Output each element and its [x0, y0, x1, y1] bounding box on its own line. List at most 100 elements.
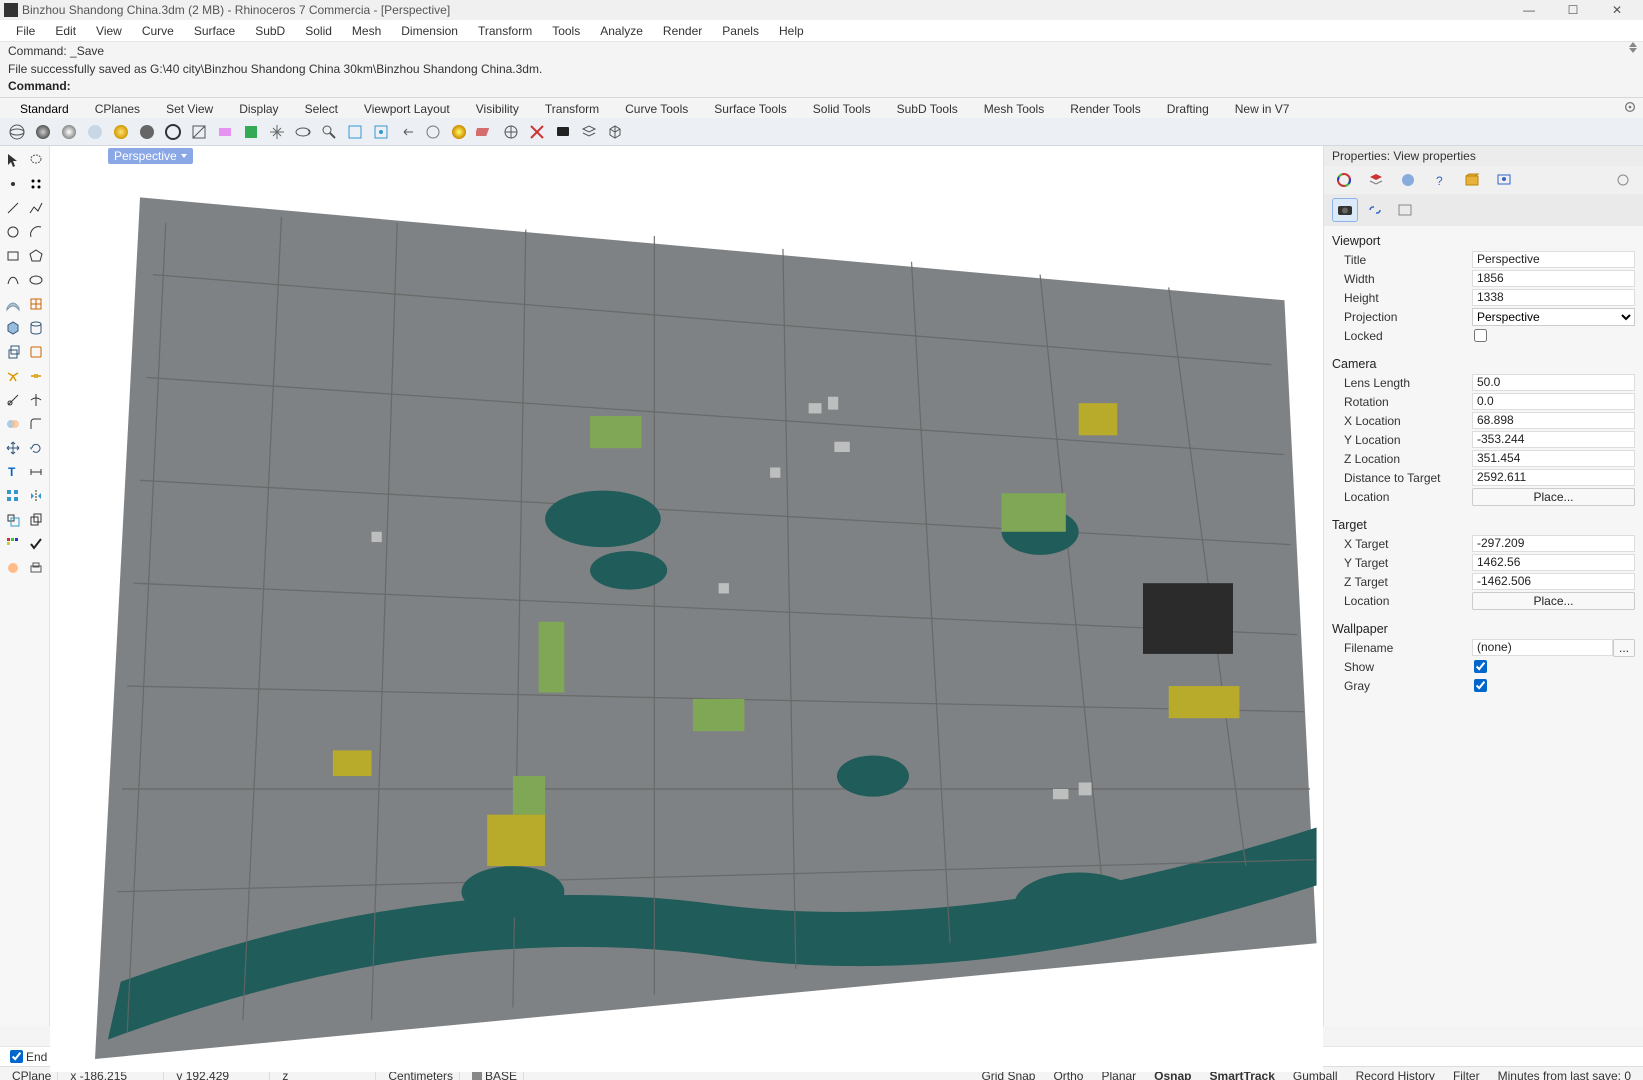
viewport-width-field[interactable]: 1856 — [1472, 270, 1635, 287]
polygon-icon[interactable] — [26, 246, 46, 266]
line-icon[interactable] — [3, 198, 23, 218]
pen-icon[interactable] — [188, 121, 210, 143]
xloc-field[interactable]: 68.898 — [1472, 412, 1635, 429]
extrude-icon[interactable] — [3, 342, 23, 362]
menu-curve[interactable]: Curve — [132, 22, 184, 40]
trim-icon[interactable] — [3, 390, 23, 410]
pointer-icon[interactable] — [3, 150, 23, 170]
menu-render[interactable]: Render — [653, 22, 712, 40]
pan-icon[interactable] — [266, 121, 288, 143]
box-icon[interactable] — [604, 121, 626, 143]
status-record-history[interactable]: Record History — [1350, 1069, 1441, 1080]
menu-help[interactable]: Help — [769, 22, 814, 40]
ztarget-field[interactable]: -1462.506 — [1472, 573, 1635, 590]
link-sub-icon[interactable] — [1362, 198, 1388, 222]
explode-icon[interactable] — [3, 366, 23, 386]
libraries-tab-icon[interactable] — [1460, 170, 1484, 190]
points-icon[interactable] — [26, 174, 46, 194]
show-icon[interactable] — [552, 121, 574, 143]
copy-icon[interactable] — [26, 510, 46, 530]
maximize-button[interactable]: ☐ — [1551, 1, 1595, 19]
tab-curve-tools[interactable]: Curve Tools — [615, 100, 698, 118]
filename-browse-button[interactable]: ... — [1613, 639, 1635, 657]
scale-icon[interactable] — [3, 510, 23, 530]
tab-select[interactable]: Select — [295, 100, 348, 118]
menu-mesh[interactable]: Mesh — [342, 22, 391, 40]
surface-icon[interactable] — [3, 294, 23, 314]
hide-icon[interactable] — [526, 121, 548, 143]
tab-viewport-layout[interactable]: Viewport Layout — [354, 100, 460, 118]
viewport-title[interactable]: Perspective — [108, 148, 193, 164]
menu-view[interactable]: View — [86, 22, 132, 40]
raytraced-icon[interactable] — [240, 121, 262, 143]
tab-set-view[interactable]: Set View — [156, 100, 223, 118]
gear-icon[interactable] — [1611, 170, 1635, 190]
target-place-button[interactable]: Place... — [1472, 592, 1635, 610]
viewport-title-field[interactable]: Perspective — [1472, 251, 1635, 268]
ytarget-field[interactable]: 1462.56 — [1472, 554, 1635, 571]
viewport[interactable]: Perspective — [50, 146, 1323, 1072]
zoom-selected-icon[interactable] — [370, 121, 392, 143]
help-tab-icon[interactable]: ? — [1428, 170, 1452, 190]
tab-transform[interactable]: Transform — [535, 100, 609, 118]
set-view-icon[interactable] — [500, 121, 522, 143]
fillet-icon[interactable] — [26, 414, 46, 434]
materials-tab-icon[interactable] — [1396, 170, 1420, 190]
mesh-icon[interactable] — [26, 294, 46, 314]
menu-analyze[interactable]: Analyze — [590, 22, 653, 40]
projection-select[interactable]: Perspective — [1472, 308, 1635, 326]
dim-icon[interactable] — [26, 462, 46, 482]
circle-icon[interactable] — [3, 222, 23, 242]
layers-icon[interactable] — [578, 121, 600, 143]
render-icon[interactable] — [3, 558, 23, 578]
tab-cplanes[interactable]: CPlanes — [85, 100, 150, 118]
check-icon[interactable] — [26, 534, 46, 554]
lasso-icon[interactable] — [26, 150, 46, 170]
camera-sub-icon[interactable] — [1332, 198, 1358, 222]
command-prompt[interactable]: Command: — [0, 78, 1643, 97]
osnap-end-checkbox[interactable] — [10, 1050, 23, 1063]
move-icon[interactable] — [3, 438, 23, 458]
rotate-view-icon[interactable] — [292, 121, 314, 143]
join-icon[interactable] — [26, 366, 46, 386]
osnap-end[interactable]: End — [10, 1050, 47, 1064]
print-icon[interactable] — [26, 558, 46, 578]
grid-icon[interactable] — [3, 534, 23, 554]
pipe-icon[interactable] — [26, 318, 46, 338]
menu-subd[interactable]: SubD — [245, 22, 295, 40]
arctic-icon[interactable] — [214, 121, 236, 143]
xray-icon[interactable] — [110, 121, 132, 143]
tab-subd-tools[interactable]: SubD Tools — [887, 100, 968, 118]
properties-tab-icon[interactable] — [1332, 170, 1356, 190]
menu-tools[interactable]: Tools — [542, 22, 590, 40]
command-input[interactable] — [75, 79, 1635, 93]
shade-icon[interactable] — [448, 121, 470, 143]
yloc-field[interactable]: -353.244 — [1472, 431, 1635, 448]
menu-dimension[interactable]: Dimension — [391, 22, 468, 40]
mirror-icon[interactable] — [26, 486, 46, 506]
undo-view-icon[interactable] — [396, 121, 418, 143]
tab-solid-tools[interactable]: Solid Tools — [803, 100, 881, 118]
menu-surface[interactable]: Surface — [184, 22, 245, 40]
ellipse-icon[interactable] — [26, 270, 46, 290]
boolean-icon[interactable] — [3, 414, 23, 434]
solid-icon[interactable] — [3, 318, 23, 338]
polyline-icon[interactable] — [26, 198, 46, 218]
arc-icon[interactable] — [26, 222, 46, 242]
point-icon[interactable] — [3, 174, 23, 194]
close-button[interactable]: ✕ — [1595, 1, 1639, 19]
zloc-field[interactable]: 351.454 — [1472, 450, 1635, 467]
rotate-icon[interactable] — [26, 438, 46, 458]
tab-mesh-tools[interactable]: Mesh Tools — [974, 100, 1054, 118]
tab-new-in-v7[interactable]: New in V7 — [1225, 100, 1300, 118]
display-tab-icon[interactable] — [1492, 170, 1516, 190]
cplane-icon[interactable] — [474, 121, 496, 143]
menu-file[interactable]: File — [6, 22, 45, 40]
xtarget-field[interactable]: -297.209 — [1472, 535, 1635, 552]
zoom-icon[interactable] — [318, 121, 340, 143]
camera-place-button[interactable]: Place... — [1472, 488, 1635, 506]
layers-tab-icon[interactable] — [1364, 170, 1388, 190]
menu-solid[interactable]: Solid — [295, 22, 342, 40]
shaded-icon[interactable] — [32, 121, 54, 143]
lens-field[interactable]: 50.0 — [1472, 374, 1635, 391]
